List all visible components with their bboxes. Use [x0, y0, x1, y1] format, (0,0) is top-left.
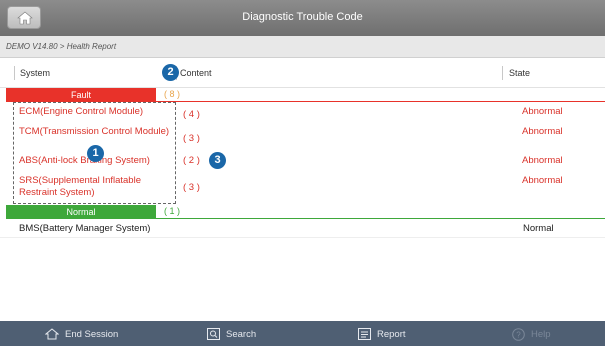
bottom-toolbar: End Session Search Report ? Help	[0, 321, 605, 346]
end-session-label: End Session	[65, 328, 119, 340]
callout-3: 3	[209, 152, 226, 169]
system-name: ECM(Engine Control Module)	[19, 106, 144, 117]
end-session-button[interactable]: End Session	[45, 328, 118, 340]
system-state: Abnormal	[522, 175, 563, 186]
report-label: Report	[377, 328, 406, 340]
fault-group-row[interactable]: Fault ( 8 )	[0, 88, 605, 102]
table-header: System Content State	[0, 58, 605, 88]
column-header-state: State	[509, 68, 531, 78]
breadcrumb: DEMO V14.80 > Health Report	[0, 36, 605, 58]
help-label: Help	[531, 329, 551, 340]
system-name: TCM(Transmission Control Module)	[19, 126, 170, 137]
table-row[interactable]: BMS(Battery Manager System) Normal	[0, 220, 605, 238]
dtc-count: ( 3 )	[183, 133, 200, 144]
svg-text:?: ?	[516, 331, 521, 340]
callout-2: 2	[162, 64, 179, 81]
fault-group-label: Fault	[6, 88, 156, 102]
system-name: BMS(Battery Manager System)	[19, 223, 151, 234]
normal-group-count: ( 1 )	[164, 206, 181, 216]
fault-group-count: ( 8 )	[164, 89, 181, 99]
dtc-count: ( 2 )	[183, 155, 200, 166]
search-button[interactable]: Search	[207, 328, 256, 340]
column-header-content: Content	[180, 68, 212, 78]
home-outline-icon	[45, 328, 59, 340]
title-bar: Diagnostic Trouble Code	[0, 0, 605, 36]
column-separator	[14, 66, 15, 80]
column-separator	[502, 66, 503, 80]
system-state: Normal	[523, 223, 554, 234]
help-icon: ?	[512, 328, 525, 341]
system-state: Abnormal	[522, 106, 563, 117]
column-header-system: System	[20, 68, 51, 78]
help-button[interactable]: ? Help	[512, 328, 551, 341]
system-name: SRS(Supplemental Inflatable Restraint Sy…	[19, 175, 141, 198]
normal-group-divider	[156, 218, 605, 219]
report-icon	[358, 328, 371, 340]
search-icon	[207, 328, 220, 340]
callout-1: 1	[87, 145, 104, 162]
system-state: Abnormal	[522, 155, 563, 166]
normal-group-label: Normal	[6, 205, 156, 219]
fault-group-divider	[156, 101, 605, 102]
system-state: Abnormal	[522, 126, 563, 137]
dtc-count: ( 4 )	[183, 109, 200, 120]
search-label: Search	[226, 328, 257, 340]
normal-group-row[interactable]: Normal ( 1 )	[0, 205, 605, 219]
dtc-count: ( 3 )	[183, 182, 200, 193]
report-button[interactable]: Report	[358, 328, 406, 340]
page-title: Diagnostic Trouble Code	[242, 11, 363, 23]
